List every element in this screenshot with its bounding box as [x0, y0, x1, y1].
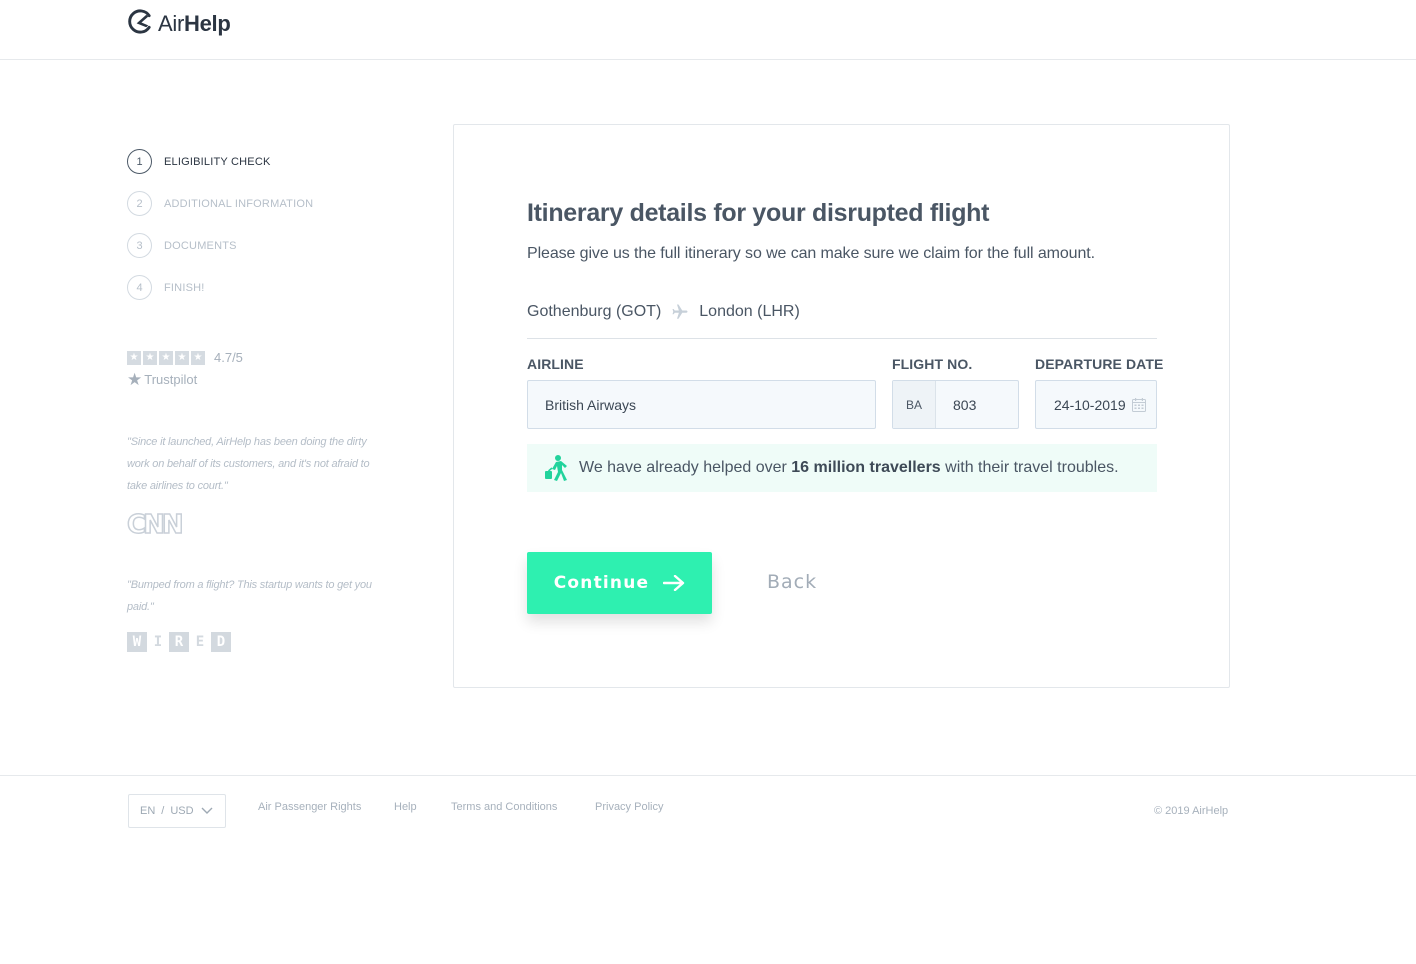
rating-value: 4.7/5 [214, 350, 243, 365]
step-label: ELIGIBILITY CHECK [164, 155, 271, 168]
copyright: © 2019 AirHelp [1154, 805, 1229, 817]
step-number: 1 [127, 149, 152, 174]
locale-selector[interactable]: EN / USD [128, 794, 226, 828]
airline-label: AIRLINE [527, 356, 584, 372]
step-label: FINISH! [164, 281, 205, 294]
airline-code-prefix: BA [893, 381, 936, 428]
footer: EN / USD Air Passenger Rights Help Terms… [0, 775, 1416, 964]
route-divider [527, 338, 1157, 339]
departure-date-input[interactable]: 24-10-2019 [1035, 380, 1157, 429]
trustpilot-logo: ★ Trustpilot [127, 371, 243, 388]
airhelp-logo[interactable]: Air Help [127, 8, 231, 40]
step-number: 3 [127, 233, 152, 258]
footer-link-privacy[interactable]: Privacy Policy [595, 801, 663, 813]
locale-separator: / [161, 805, 165, 817]
step-additional-information[interactable]: 2 ADDITIONAL INFORMATION [127, 191, 407, 216]
step-number: 2 [127, 191, 152, 216]
step-eligibility-check[interactable]: 1 ELIGIBILITY CHECK [127, 149, 407, 174]
star-icon: ★ [143, 350, 157, 365]
itinerary-card: Itinerary details for your disrupted fli… [453, 124, 1230, 688]
airline-value: British Airways [545, 396, 637, 413]
press-quote-cnn: "Since it launched, AirHelp has been doi… [127, 436, 370, 492]
trustpilot-label: Trustpilot [144, 372, 198, 387]
back-button[interactable]: Back [767, 571, 817, 593]
continue-button[interactable]: Continue [527, 552, 712, 614]
flight-number-value: 803 [953, 396, 977, 413]
footer-link-terms[interactable]: Terms and Conditions [451, 801, 557, 813]
trustpilot-rating: ★ ★ ★ ★ ★ 4.7/5 ★ Trustpilot [127, 350, 243, 388]
header: Air Help [0, 0, 1416, 60]
info-text: We have already helped over 16 million t… [579, 459, 1119, 477]
flight-route: Gothenburg (GOT) London (LHR) [527, 303, 800, 321]
wired-letter-r: R [169, 632, 189, 652]
wired-letter-e: E [190, 632, 210, 652]
step-label: DOCUMENTS [164, 239, 237, 252]
star-icon: ★ [159, 350, 173, 365]
footer-link-help[interactable]: Help [394, 801, 417, 813]
progress-steps: 1 ELIGIBILITY CHECK 2 ADDITIONAL INFORMA… [127, 149, 407, 317]
flight-number-label: FLIGHT NO. [892, 356, 973, 372]
wired-logo: W I R E D [127, 632, 232, 652]
plane-icon [671, 303, 689, 321]
wired-letter-d: D [211, 632, 231, 652]
airline-input[interactable]: British Airways [527, 380, 876, 429]
logo-text-help: Help [184, 11, 231, 36]
wired-letter-i: I [148, 632, 168, 652]
flight-number-input[interactable]: BA 803 [892, 380, 1019, 429]
trustpilot-star-icon: ★ [127, 370, 143, 389]
cnn-logo: CNN [126, 509, 184, 541]
page-title: Itinerary details for your disrupted fli… [527, 199, 990, 227]
traveller-icon [543, 454, 569, 482]
arrow-right-icon [663, 575, 685, 591]
departure-date-value: 24-10-2019 [1054, 396, 1126, 413]
rating-stars: ★ ★ ★ ★ ★ 4.7/5 [127, 350, 243, 365]
step-finish[interactable]: 4 FINISH! [127, 275, 407, 300]
info-text-prefix: We have already helped over [579, 459, 792, 476]
star-icon: ★ [127, 350, 141, 365]
info-text-highlight: 16 million travellers [791, 459, 941, 476]
press-quote-wired: "Bumped from a flight? This startup want… [127, 579, 372, 613]
step-documents[interactable]: 3 DOCUMENTS [127, 233, 407, 258]
page-subtitle: Please give us the full itinerary so we … [527, 245, 1095, 262]
calendar-icon[interactable] [1132, 397, 1146, 412]
info-banner: We have already helped over 16 million t… [527, 444, 1157, 492]
step-number: 4 [127, 275, 152, 300]
locale-currency: USD [170, 805, 194, 817]
locale-language: EN [140, 805, 156, 817]
departure-date-label: DEPARTURE DATE [1035, 356, 1164, 372]
route-origin: Gothenburg (GOT) [527, 303, 662, 320]
info-text-suffix: with their travel troubles. [940, 459, 1119, 476]
route-destination: London (LHR) [699, 303, 800, 320]
wired-letter-w: W [127, 632, 147, 652]
star-icon: ★ [191, 350, 205, 365]
step-label: ADDITIONAL INFORMATION [164, 197, 314, 210]
chevron-down-icon [201, 807, 213, 815]
footer-link-air-passenger-rights[interactable]: Air Passenger Rights [258, 801, 361, 813]
continue-label: Continue [553, 573, 650, 593]
star-icon: ★ [175, 350, 189, 365]
logo-text-air: Air [158, 11, 184, 36]
airhelp-logo-icon [127, 8, 158, 40]
